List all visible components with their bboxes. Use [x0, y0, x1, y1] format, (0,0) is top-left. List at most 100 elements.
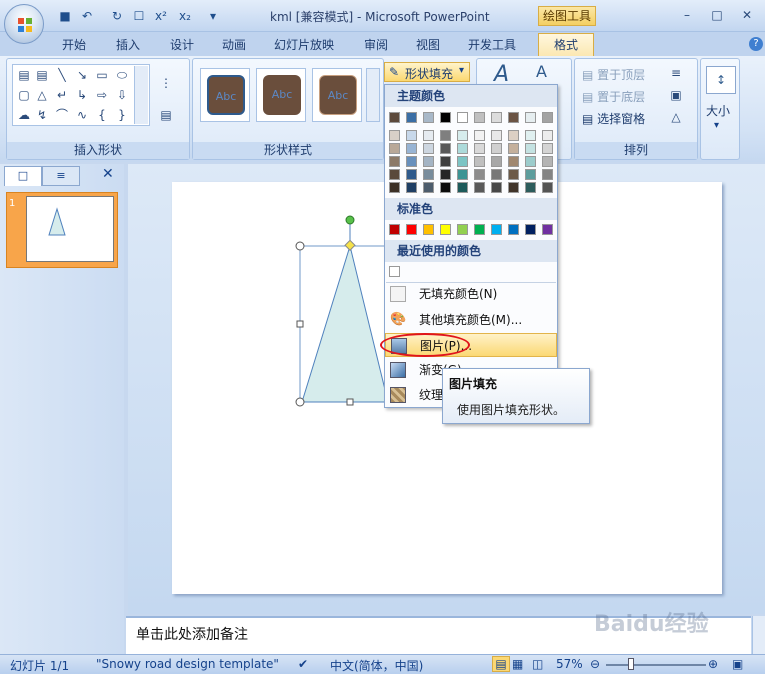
theme-shade-swatch[interactable] — [474, 156, 485, 167]
office-button[interactable] — [4, 4, 44, 44]
standard-color-swatch[interactable] — [406, 224, 417, 235]
theme-shade-swatch[interactable] — [508, 169, 519, 180]
theme-color-swatch[interactable] — [474, 112, 485, 123]
outline-tab-icon[interactable]: ≡ — [42, 166, 80, 186]
standard-color-swatch[interactable] — [525, 224, 536, 235]
standard-color-swatch[interactable] — [423, 224, 434, 235]
triangle-icon[interactable]: △ — [34, 88, 50, 102]
theme-shade-swatch[interactable] — [508, 143, 519, 154]
theme-shade-swatch[interactable] — [440, 156, 451, 167]
tab-developer[interactable]: 开发工具 — [468, 36, 516, 53]
theme-color-swatch[interactable] — [508, 112, 519, 123]
slide-thumbnail[interactable] — [26, 196, 114, 262]
oval-icon[interactable]: ⬭ — [114, 68, 130, 82]
down-arrow-icon[interactable]: ⇩ — [114, 88, 130, 102]
right-brace-icon[interactable]: } — [114, 108, 130, 122]
bring-to-front-button[interactable]: ▤ 置于顶层 — [582, 66, 645, 83]
zoom-out-icon[interactable]: ⊖ — [590, 657, 600, 671]
standard-color-swatch[interactable] — [491, 224, 502, 235]
theme-shade-swatch[interactable] — [525, 130, 536, 141]
theme-shade-swatch[interactable] — [525, 143, 536, 154]
theme-shade-swatch[interactable] — [508, 130, 519, 141]
arrow-line-icon[interactable]: ↘ — [74, 68, 90, 82]
help-icon[interactable]: ? — [749, 37, 763, 51]
size-button[interactable]: 大小 — [706, 102, 730, 119]
theme-shade-swatch[interactable] — [457, 143, 468, 154]
tab-home[interactable]: 开始 — [62, 36, 86, 53]
theme-shade-swatch[interactable] — [508, 182, 519, 193]
theme-shade-swatch[interactable] — [440, 143, 451, 154]
standard-color-swatch[interactable] — [457, 224, 468, 235]
language-indicator[interactable]: 中文(简体，中国) — [330, 657, 423, 674]
edit-shape-icon[interactable]: ⋮ — [158, 76, 174, 90]
superscript-icon[interactable]: x² — [152, 8, 170, 24]
theme-shade-swatch[interactable] — [440, 182, 451, 193]
style-thumb-1[interactable]: Abc — [200, 68, 250, 122]
standard-color-swatch[interactable] — [508, 224, 519, 235]
shape-fill-button[interactable]: ✎ 形状填充 ▾ — [384, 62, 470, 82]
rounded-rect-icon[interactable]: ▢ — [16, 88, 32, 102]
more-fill-colors-item[interactable]: 🎨 其他填充颜色(M)... — [385, 308, 557, 332]
group-icon[interactable]: ▣ — [668, 88, 684, 102]
theme-color-swatch[interactable] — [440, 112, 451, 123]
theme-shade-swatch[interactable] — [542, 143, 553, 154]
maximize-icon[interactable]: □ — [706, 6, 728, 24]
undo-icon[interactable]: ↶ — [78, 8, 96, 24]
standard-color-swatch[interactable] — [389, 224, 400, 235]
no-fill-item[interactable]: 无填充颜色(N) — [385, 282, 557, 306]
theme-shade-swatch[interactable] — [457, 169, 468, 180]
theme-color-swatch[interactable] — [525, 112, 536, 123]
tab-review[interactable]: 审阅 — [364, 36, 388, 53]
line-icon[interactable]: ╲ — [54, 68, 70, 82]
text-fill-icon[interactable]: A — [536, 62, 547, 81]
theme-color-swatch[interactable] — [542, 112, 553, 123]
tab-view[interactable]: 视图 — [416, 36, 440, 53]
theme-shade-swatch[interactable] — [423, 182, 434, 193]
theme-shade-swatch[interactable] — [491, 182, 502, 193]
theme-shade-swatch[interactable] — [474, 130, 485, 141]
lightning-icon[interactable]: ↯ — [34, 108, 50, 122]
shape-gallery-scroll[interactable] — [134, 66, 148, 124]
close-pane-icon[interactable]: ✕ — [102, 166, 114, 182]
zoom-slider-thumb[interactable] — [628, 658, 634, 670]
slides-tab-icon[interactable]: □ — [4, 166, 42, 186]
theme-shade-swatch[interactable] — [406, 130, 417, 141]
theme-shade-swatch[interactable] — [423, 130, 434, 141]
minimize-icon[interactable]: – — [676, 6, 698, 24]
theme-shade-swatch[interactable] — [389, 143, 400, 154]
arc-icon[interactable]: ⌒ — [54, 108, 70, 122]
textbox-icon[interactable]: ▤ — [16, 68, 32, 82]
theme-color-swatch[interactable] — [491, 112, 502, 123]
zoom-slider-track[interactable] — [606, 664, 706, 666]
normal-view-icon[interactable]: ▤ — [492, 656, 510, 672]
notes-placeholder[interactable]: 单击此处添加备注 — [136, 624, 248, 644]
theme-shade-swatch[interactable] — [491, 169, 502, 180]
slideshow-icon[interactable]: ◫ — [532, 657, 543, 671]
standard-color-swatch[interactable] — [474, 224, 485, 235]
tab-insert[interactable]: 插入 — [116, 36, 140, 53]
tab-animation[interactable]: 动画 — [222, 36, 246, 53]
save-icon[interactable]: ■ — [56, 8, 74, 24]
style-gallery-scroll[interactable] — [366, 68, 380, 122]
align-icon[interactable]: ≡ — [668, 66, 684, 80]
theme-shade-swatch[interactable] — [542, 156, 553, 167]
curve-icon[interactable]: ∿ — [74, 108, 90, 122]
theme-shade-swatch[interactable] — [474, 182, 485, 193]
tab-format[interactable]: 格式 — [538, 33, 594, 57]
spellcheck-icon[interactable]: ✔ — [298, 657, 308, 671]
recent-color-swatch[interactable] — [389, 266, 400, 277]
theme-shade-swatch[interactable] — [525, 182, 536, 193]
slide-sorter-icon[interactable]: ▦ — [512, 657, 523, 671]
customize-icon[interactable]: ▾ — [204, 8, 222, 24]
theme-shade-swatch[interactable] — [423, 156, 434, 167]
theme-shade-swatch[interactable] — [491, 156, 502, 167]
theme-color-swatch[interactable] — [457, 112, 468, 123]
theme-shade-swatch[interactable] — [491, 143, 502, 154]
theme-color-swatch[interactable] — [389, 112, 400, 123]
redo-icon[interactable]: ↻ — [108, 8, 126, 24]
notes-scrollbar[interactable] — [752, 616, 765, 654]
rotate-icon[interactable]: △ — [668, 110, 684, 124]
theme-shade-swatch[interactable] — [389, 156, 400, 167]
theme-shade-swatch[interactable] — [474, 169, 485, 180]
tab-design[interactable]: 设计 — [170, 36, 194, 53]
